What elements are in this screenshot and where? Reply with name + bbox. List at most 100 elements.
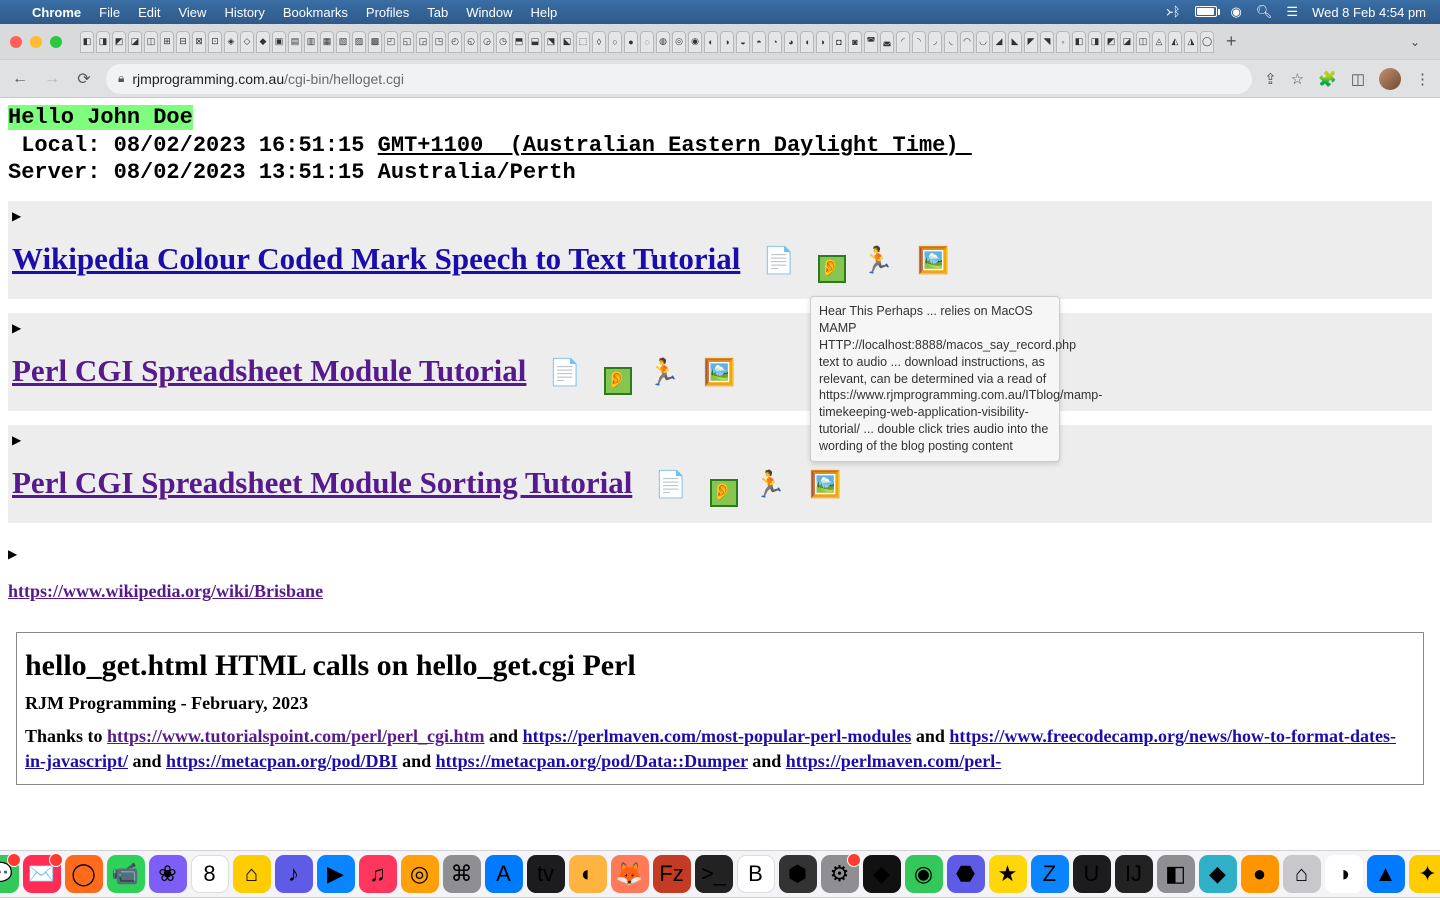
pinned-tab[interactable]: ◵ [464, 31, 478, 53]
pinned-tab[interactable]: ◦ [1056, 31, 1070, 53]
menu-tab[interactable]: Tab [427, 5, 448, 20]
pinned-tab[interactable]: ◭ [1168, 31, 1182, 53]
dock-zoom-icon[interactable]: Z [1031, 855, 1069, 893]
picture-icon[interactable]: 🖼️ [917, 245, 957, 275]
pinned-tab[interactable]: ◥ [1040, 31, 1054, 53]
pinned-tab[interactable]: ◪ [128, 31, 142, 53]
pinned-tab[interactable]: ◪ [1120, 31, 1134, 53]
window-zoom-button[interactable] [50, 36, 62, 48]
pinned-tab[interactable]: ◉ [688, 31, 702, 53]
battery-icon[interactable] [1195, 5, 1217, 20]
pinned-tab[interactable]: ◶ [480, 31, 494, 53]
window-minimize-button[interactable] [30, 36, 42, 48]
menu-history[interactable]: History [224, 5, 264, 20]
run-icon[interactable]: 🏃 [754, 469, 794, 499]
pinned-tab[interactable]: ◨ [96, 31, 110, 53]
pinned-tab[interactable]: ◐ [704, 31, 718, 53]
dock-firefox-icon[interactable]: 🦊 [611, 855, 649, 893]
menu-help[interactable]: Help [531, 5, 558, 20]
pinned-tab[interactable]: ⊠ [192, 31, 206, 53]
ref-link[interactable]: https://metacpan.org/pod/Data::Dumper [436, 751, 748, 771]
pinned-tab[interactable]: ◍ [656, 31, 670, 53]
dock-app-icon[interactable]: ◐ [569, 855, 607, 893]
forward-button[interactable]: → [42, 70, 62, 88]
pinned-tab[interactable]: ⬒ [512, 31, 526, 53]
dock-app-icon[interactable]: U [1073, 855, 1111, 893]
pinned-tab[interactable]: ◆ [256, 31, 270, 53]
dock-app-icon[interactable]: ⌂ [233, 855, 271, 893]
dock-app-icon[interactable]: ⌘ [443, 855, 481, 893]
pinned-tab[interactable]: ◳ [432, 31, 446, 53]
dock-app-icon[interactable]: ★ [989, 855, 1027, 893]
dock-app-icon[interactable]: ◧ [1157, 855, 1195, 893]
dock-app-icon[interactable]: ⬢ [779, 855, 817, 893]
pinned-tab[interactable]: ◯ [1200, 31, 1214, 53]
pinned-tab[interactable]: ▤ [288, 31, 302, 53]
run-icon[interactable]: 🏃 [862, 245, 902, 275]
pinned-tab[interactable]: ◗ [816, 31, 830, 53]
pinned-tab[interactable]: ◌ [640, 31, 654, 53]
dock-calendar-icon[interactable]: 8 [191, 855, 229, 893]
dock-messages-icon[interactable]: 💬 [0, 855, 19, 893]
pinned-tab[interactable]: ○ [608, 31, 622, 53]
dock-app-icon[interactable]: ⬣ [947, 855, 985, 893]
pinned-tab[interactable]: ◬ [1152, 31, 1166, 53]
tutorial-link[interactable]: Perl CGI Spreadsheet Module Sorting Tuto… [12, 465, 632, 500]
pinned-tab[interactable]: ◖ [800, 31, 814, 53]
dock-settings-icon[interactable]: ⚙︎ [821, 855, 859, 893]
chrome-menu-icon[interactable]: ⋮ [1415, 70, 1430, 88]
pinned-tab[interactable]: ◨ [1088, 31, 1102, 53]
pinned-tab[interactable]: ◔ [768, 31, 782, 53]
dock-app-icon[interactable]: ♪ [275, 855, 313, 893]
dock-app-icon[interactable]: ◆ [1199, 855, 1237, 893]
dock-tv-icon[interactable]: tv [527, 855, 565, 893]
dock-app-icon[interactable]: ✦ [1409, 855, 1440, 893]
dock-app-icon[interactable]: ♫ [359, 855, 397, 893]
pinned-tab[interactable]: ◫ [144, 31, 158, 53]
pinned-tab[interactable]: ◊ [592, 31, 606, 53]
pinned-tab[interactable]: ◩ [1104, 31, 1118, 53]
pinned-tab[interactable]: ◢ [992, 31, 1006, 53]
pinned-tab[interactable]: ▥ [304, 31, 318, 53]
pinned-tab[interactable]: ⬕ [560, 31, 574, 53]
pinned-tab[interactable]: ⊡ [208, 31, 222, 53]
pinned-tab[interactable]: ◞ [928, 31, 942, 53]
external-link[interactable]: https://www.wikipedia.org/wiki/Brisbane [8, 581, 323, 601]
wifi-icon[interactable]: ◉ [1231, 4, 1242, 20]
tab-overflow-icon[interactable]: ⌄ [1400, 35, 1430, 49]
pinned-tab[interactable]: ◡ [976, 31, 990, 53]
pinned-tab[interactable]: ▦ [320, 31, 334, 53]
pinned-tab[interactable]: ◒ [736, 31, 750, 53]
menu-window[interactable]: Window [466, 5, 512, 20]
pinned-tab[interactable]: ◑ [720, 31, 734, 53]
pinned-tab[interactable]: ◣ [1008, 31, 1022, 53]
reload-button[interactable]: ⟳ [74, 69, 94, 89]
pinned-tab[interactable]: ◠ [960, 31, 974, 53]
dock-facetime-icon[interactable]: 📹 [107, 855, 145, 893]
dock-filezilla-icon[interactable]: Fz [653, 855, 691, 893]
pinned-tab[interactable]: ◷ [496, 31, 510, 53]
pinned-tab[interactable]: ⬚ [576, 31, 590, 53]
window-close-button[interactable] [10, 36, 22, 48]
side-panel-icon[interactable]: ◫ [1351, 70, 1365, 88]
pinned-tab[interactable]: ◇ [240, 31, 254, 53]
ref-link[interactable]: https://www.tutorialspoint.com/perl/perl… [107, 726, 484, 746]
control-center-icon[interactable]: ☰ [1286, 4, 1298, 20]
pinned-tab[interactable]: ● [624, 31, 638, 53]
pinned-tab[interactable]: ◎ [672, 31, 686, 53]
menu-view[interactable]: View [178, 5, 206, 20]
dock-mail-icon[interactable]: ✉️ [23, 855, 61, 893]
new-document-icon[interactable]: 📄 [655, 469, 695, 499]
dock-app-icon[interactable]: ◆ [863, 855, 901, 893]
menu-bookmarks[interactable]: Bookmarks [283, 5, 348, 20]
pinned-tab[interactable]: ▣ [272, 31, 286, 53]
disclosure-triangle-icon[interactable]: ▶ [8, 547, 17, 561]
bookmark-icon[interactable]: ☆ [1291, 70, 1304, 88]
pinned-tab[interactable]: ◲ [416, 31, 430, 53]
dock-app-icon[interactable]: ● [1241, 855, 1279, 893]
pinned-tab[interactable]: ◙ [848, 31, 862, 53]
disclosure-triangle-icon[interactable]: ▶ [12, 433, 21, 447]
dock-terminal-icon[interactable]: >_ [695, 855, 733, 893]
pinned-tab[interactable]: ◘ [832, 31, 846, 53]
menubar-app-name[interactable]: Chrome [32, 5, 81, 20]
